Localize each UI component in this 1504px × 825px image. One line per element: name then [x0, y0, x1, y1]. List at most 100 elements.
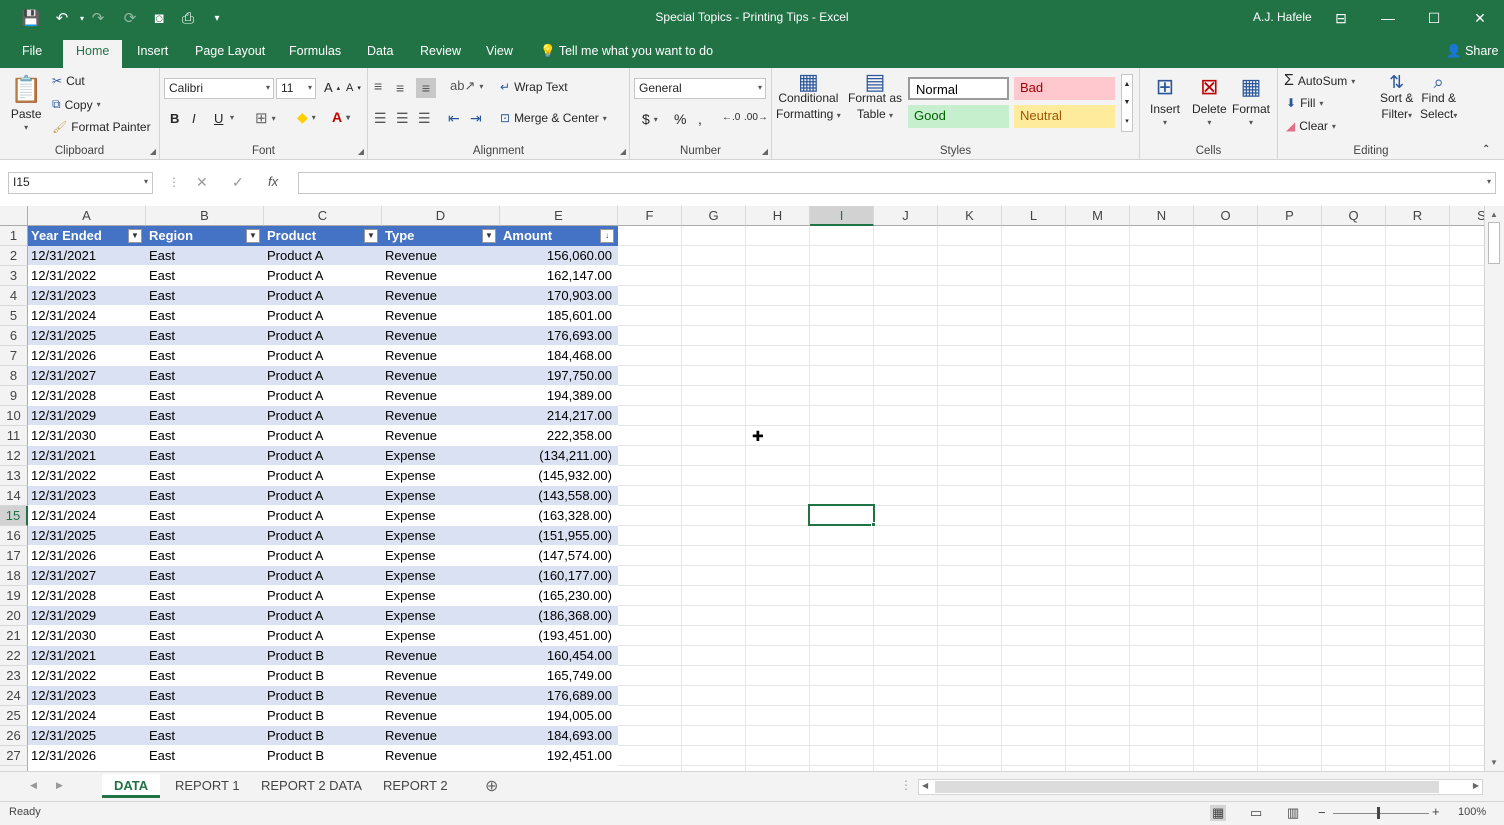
table-cell[interactable]: 176,693.00: [500, 326, 618, 346]
table-cell[interactable]: (147,574.00): [500, 546, 618, 566]
shrink-font-button[interactable]: A ▾: [346, 82, 361, 94]
table-cell[interactable]: Product A: [264, 406, 382, 426]
page-break-view-icon[interactable]: ▥: [1287, 805, 1299, 821]
tab-review[interactable]: Review: [420, 44, 461, 58]
table-cell[interactable]: 12/31/2022: [28, 466, 146, 486]
font-size-dropdown[interactable]: 11 ▾: [276, 78, 316, 99]
table-cell[interactable]: Product A: [264, 446, 382, 466]
vertical-scrollbar[interactable]: ▲ ▼: [1484, 206, 1504, 771]
table-cell[interactable]: East: [146, 306, 264, 326]
add-sheet-icon[interactable]: ⊕: [485, 776, 498, 796]
table-cell[interactable]: Product B: [264, 646, 382, 666]
row-header[interactable]: 14: [0, 486, 28, 506]
ribbon-display-icon[interactable]: ⊟: [1328, 6, 1354, 30]
row-header[interactable]: 4: [0, 286, 28, 306]
table-cell[interactable]: 12/31/2026: [28, 346, 146, 366]
table-cell[interactable]: 12/31/2022: [28, 666, 146, 686]
row-header[interactable]: 7: [0, 346, 28, 366]
table-cell[interactable]: 184,693.00: [500, 726, 618, 746]
row-header[interactable]: 6: [0, 326, 28, 346]
style-bad[interactable]: Bad: [1014, 77, 1115, 100]
table-cell[interactable]: 222,358.00: [500, 426, 618, 446]
sheet-tab-data[interactable]: DATA: [102, 774, 161, 798]
table-cell[interactable]: East: [146, 506, 264, 526]
minimize-icon[interactable]: —: [1375, 6, 1401, 30]
row-header[interactable]: 22: [0, 646, 28, 666]
row-header[interactable]: 15: [0, 506, 28, 526]
table-cell[interactable]: 214,217.00: [500, 406, 618, 426]
column-header-i[interactable]: I: [810, 206, 874, 226]
align-right-icon[interactable]: ☰: [418, 110, 431, 127]
table-cell[interactable]: Revenue: [382, 326, 500, 346]
table-cell[interactable]: East: [146, 486, 264, 506]
column-header-r[interactable]: R: [1386, 206, 1450, 226]
zoom-level[interactable]: 100%: [1458, 806, 1486, 818]
table-cell[interactable]: Product A: [264, 506, 382, 526]
insert-function-icon[interactable]: fx: [268, 174, 278, 189]
table-cell[interactable]: (186,368.00): [500, 606, 618, 626]
font-launcher-icon[interactable]: ◢: [358, 147, 364, 156]
name-box[interactable]: I15 ▾: [8, 172, 153, 194]
delete-cells-button[interactable]: ⊠ Delete ▾: [1192, 74, 1227, 127]
number-launcher-icon[interactable]: ◢: [762, 147, 768, 156]
table-cell[interactable]: 12/31/2028: [28, 386, 146, 406]
format-cells-button[interactable]: ▦ Format ▾: [1232, 74, 1270, 127]
currency-icon[interactable]: $ ▾: [642, 111, 658, 127]
table-cell[interactable]: East: [146, 726, 264, 746]
table-cell[interactable]: Revenue: [382, 426, 500, 446]
table-cell[interactable]: East: [146, 666, 264, 686]
row-header[interactable]: 3: [0, 266, 28, 286]
decrease-indent-icon[interactable]: ⇤: [448, 110, 460, 127]
table-cell[interactable]: Product B: [264, 726, 382, 746]
table-cell[interactable]: 12/31/2023: [28, 286, 146, 306]
column-header-p[interactable]: P: [1258, 206, 1322, 226]
style-good[interactable]: Good: [908, 105, 1009, 128]
table-header-cell[interactable]: Region ▼: [146, 226, 264, 246]
column-header-a[interactable]: A: [28, 206, 146, 226]
row-header[interactable]: 26: [0, 726, 28, 746]
row-header[interactable]: 9: [0, 386, 28, 406]
table-cell[interactable]: Revenue: [382, 346, 500, 366]
table-cell[interactable]: (165,230.00): [500, 586, 618, 606]
table-cell[interactable]: Expense: [382, 506, 500, 526]
table-cell[interactable]: Revenue: [382, 406, 500, 426]
column-header-n[interactable]: N: [1130, 206, 1194, 226]
find-select-button[interactable]: ⌕ Find & Select▾: [1420, 73, 1457, 124]
prev-sheet-icon[interactable]: ◀: [30, 780, 37, 791]
italic-button[interactable]: I: [192, 111, 196, 126]
sheet-tab-report-2-data[interactable]: REPORT 2 DATA: [249, 774, 374, 798]
tab-insert[interactable]: Insert: [137, 44, 168, 58]
scroll-left-arrow-icon[interactable]: ◀: [922, 781, 928, 790]
font-name-dropdown[interactable]: Calibri ▾: [164, 78, 274, 99]
column-header-e[interactable]: E: [500, 206, 618, 226]
number-format-dropdown[interactable]: General ▾: [634, 78, 766, 99]
table-cell[interactable]: East: [146, 706, 264, 726]
fill-color-icon[interactable]: ◆ ▾: [297, 109, 316, 126]
row-header[interactable]: 10: [0, 406, 28, 426]
table-cell[interactable]: Product A: [264, 606, 382, 626]
table-cell[interactable]: (143,558.00): [500, 486, 618, 506]
table-cell[interactable]: Product A: [264, 266, 382, 286]
table-cell[interactable]: Expense: [382, 466, 500, 486]
paste-button[interactable]: 📋 Paste ▾: [10, 74, 42, 132]
table-cell[interactable]: Revenue: [382, 746, 500, 766]
user-name[interactable]: A.J. Hafele: [1253, 10, 1312, 24]
table-cell[interactable]: Expense: [382, 486, 500, 506]
table-cell[interactable]: East: [146, 746, 264, 766]
tab-data[interactable]: Data: [367, 44, 393, 58]
table-cell[interactable]: East: [146, 426, 264, 446]
collapse-ribbon-icon[interactable]: ⌃: [1482, 144, 1490, 155]
table-cell[interactable]: East: [146, 366, 264, 386]
table-cell[interactable]: East: [146, 266, 264, 286]
table-cell[interactable]: 194,005.00: [500, 706, 618, 726]
select-all-corner[interactable]: [0, 206, 28, 226]
table-cell[interactable]: Revenue: [382, 666, 500, 686]
table-cell[interactable]: 160,454.00: [500, 646, 618, 666]
row-header[interactable]: 20: [0, 606, 28, 626]
next-sheet-icon[interactable]: ▶: [56, 780, 63, 791]
table-cell[interactable]: East: [146, 466, 264, 486]
borders-icon[interactable]: ⊞ ▾: [255, 109, 276, 127]
table-cell[interactable]: East: [146, 606, 264, 626]
table-cell[interactable]: Product B: [264, 706, 382, 726]
row-header[interactable]: 16: [0, 526, 28, 546]
